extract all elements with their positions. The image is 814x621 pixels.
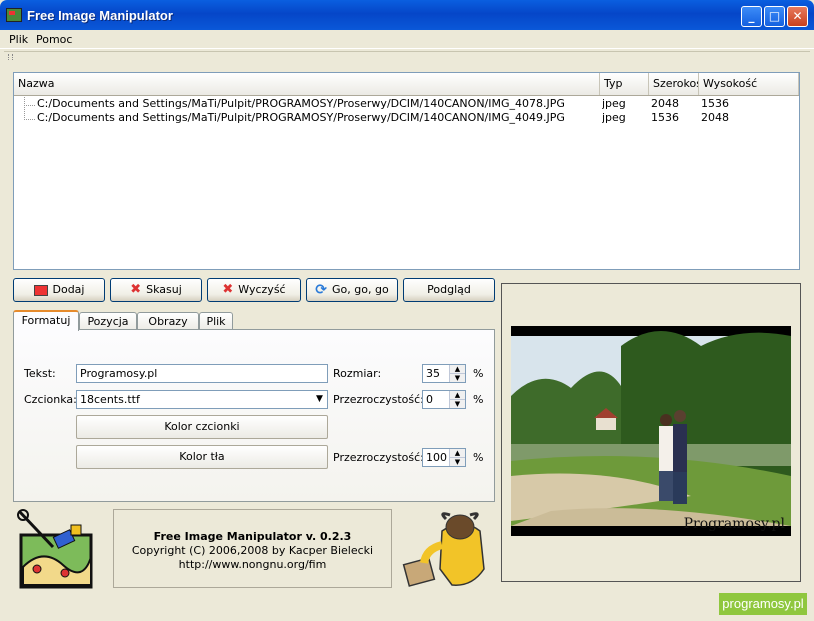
bg-opacity-value: 100 <box>426 451 447 464</box>
menu-bar: Plik Pomoc <box>0 30 814 49</box>
tab-strip: Formatuj Pozycja Obrazy Plik <box>13 310 495 331</box>
about-copyright: Copyright (C) 2006,2008 by Kacper Bielec… <box>131 544 374 557</box>
text-label: Tekst: <box>24 367 56 380</box>
chevron-down-icon[interactable]: ▼ <box>312 391 327 408</box>
font-select[interactable]: 18cents.ttf ▼ <box>76 390 328 409</box>
add-image-icon <box>33 284 48 296</box>
go-button[interactable]: ⟳ Go, go, go <box>306 278 398 302</box>
menu-pomoc[interactable]: Pomoc <box>36 33 72 46</box>
bg-opacity-spinner[interactable]: 100 ▲ ▼ <box>422 448 466 467</box>
size-spinner[interactable]: 35 ▲ ▼ <box>422 364 466 383</box>
column-header-name[interactable]: Nazwa <box>14 73 600 95</box>
preview-image: Programosy.pl <box>511 326 791 536</box>
toolbar-grip-icon[interactable] <box>8 54 13 60</box>
file-list[interactable]: Nazwa Typ Szerokość Wysokość C:/Document… <box>13 72 800 270</box>
chevron-up-icon[interactable]: ▲ <box>450 391 465 400</box>
list-item[interactable]: C:/Documents and Settings/MaTi/Pulpit/PR… <box>14 107 799 125</box>
format-tab-panel: Tekst: Programosy.pl Czcionka: 18cents.t… <box>13 329 495 502</box>
tab-formatuj[interactable]: Formatuj <box>13 310 79 331</box>
tab-obrazy[interactable]: Obrazy <box>137 312 199 330</box>
file-height: 2048 <box>701 111 729 124</box>
minimize-icon: _ <box>748 9 755 23</box>
font-select-value: 18cents.ttf <box>80 393 140 406</box>
clear-button-label: Wyczyść <box>238 283 286 296</box>
chevron-down-icon[interactable]: ▼ <box>450 458 465 466</box>
preview-button[interactable]: Podgląd <box>403 278 495 302</box>
tab-pozycja[interactable]: Pozycja <box>79 312 137 330</box>
delete-icon: ✖ <box>130 282 142 297</box>
site-badge: programosy.pl <box>719 593 807 615</box>
delete-button[interactable]: ✖ Skasuj <box>110 278 202 302</box>
file-width: 2048 <box>651 97 679 110</box>
clear-button[interactable]: ✖ Wyczyść <box>207 278 301 302</box>
maximize-icon: □ <box>768 9 781 23</box>
file-list-header: Nazwa Typ Szerokość Wysokość <box>14 73 799 96</box>
size-value: 35 <box>426 367 440 380</box>
toolbar <box>4 51 810 62</box>
font-opacity-label: Przezroczystość: <box>333 393 424 406</box>
file-height: 1536 <box>701 97 729 110</box>
window-title: Free Image Manipulator <box>27 8 173 23</box>
font-opacity-spinner[interactable]: 0 ▲ ▼ <box>422 390 466 409</box>
refresh-icon: ⟳ <box>315 282 328 298</box>
text-input[interactable]: Programosy.pl <box>76 364 328 383</box>
about-box: Free Image Manipulator v. 0.2.3 Copyrigh… <box>113 509 392 588</box>
spinner-arrows[interactable]: ▲ ▼ <box>449 365 465 382</box>
minimize-button[interactable]: _ <box>741 6 762 27</box>
clear-icon: ✖ <box>222 282 234 297</box>
maximize-button[interactable]: □ <box>764 6 785 27</box>
column-header-width[interactable]: Szerokość <box>649 73 699 95</box>
preview-button-label: Podgląd <box>427 283 471 296</box>
about-url: http://www.nongnu.org/fim <box>178 558 327 571</box>
app-logo-icon <box>17 509 93 589</box>
bg-color-button[interactable]: Kolor tła <box>76 445 328 469</box>
list-item[interactable]: C:/Documents and Settings/MaTi/Pulpit/PR… <box>14 97 799 111</box>
file-type: jpeg <box>602 111 626 124</box>
close-button[interactable]: ✕ <box>787 6 808 27</box>
tree-line <box>24 97 35 106</box>
preview-panel: Programosy.pl <box>501 283 801 582</box>
preview-photo <box>511 326 791 536</box>
chevron-up-icon[interactable]: ▲ <box>450 365 465 374</box>
chevron-down-icon[interactable]: ▼ <box>450 400 465 408</box>
spinner-arrows[interactable]: ▲ ▼ <box>449 391 465 408</box>
menu-plik[interactable]: Plik <box>9 33 28 46</box>
font-opacity-value: 0 <box>426 393 433 406</box>
bg-opacity-label: Przezroczystość: <box>333 451 424 464</box>
size-label: Rozmiar: <box>333 367 382 380</box>
font-color-button[interactable]: Kolor czcionki <box>76 415 328 439</box>
gnu-mascot-icon <box>402 512 485 587</box>
go-button-label: Go, go, go <box>332 283 389 296</box>
spinner-arrows[interactable]: ▲ ▼ <box>449 449 465 466</box>
font-label: Czcionka: <box>24 393 77 406</box>
file-type: jpeg <box>602 97 626 110</box>
column-header-type[interactable]: Typ <box>600 73 649 95</box>
chevron-up-icon[interactable]: ▲ <box>450 449 465 458</box>
add-button[interactable]: Dodaj <box>13 278 105 302</box>
file-width: 1536 <box>651 111 679 124</box>
about-title: Free Image Manipulator v. 0.2.3 <box>153 530 352 543</box>
font-opacity-unit: % <box>473 393 484 406</box>
add-button-label: Dodaj <box>52 283 85 296</box>
chevron-down-icon[interactable]: ▼ <box>450 374 465 382</box>
column-header-height[interactable]: Wysokość <box>699 73 799 95</box>
delete-button-label: Skasuj <box>146 283 182 296</box>
app-icon <box>6 8 22 22</box>
size-unit: % <box>473 367 484 380</box>
tab-plik[interactable]: Plik <box>199 312 233 330</box>
close-icon: ✕ <box>792 9 803 23</box>
bg-opacity-unit: % <box>473 451 484 464</box>
title-bar: Free Image Manipulator _ □ ✕ <box>0 0 814 30</box>
watermark-text: Programosy.pl <box>683 516 785 532</box>
file-name: C:/Documents and Settings/MaTi/Pulpit/PR… <box>37 111 565 124</box>
tree-line <box>24 107 35 120</box>
file-name: C:/Documents and Settings/MaTi/Pulpit/PR… <box>37 97 565 110</box>
